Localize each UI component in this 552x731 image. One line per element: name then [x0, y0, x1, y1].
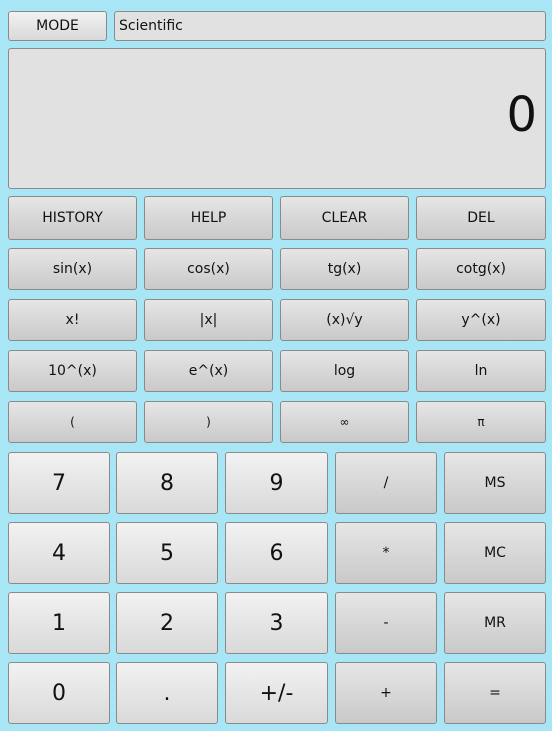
- clear-button[interactable]: CLEAR: [280, 196, 409, 240]
- infinity-button[interactable]: ∞: [280, 401, 409, 443]
- display-value: 0: [506, 87, 537, 143]
- root-button[interactable]: (x)√y: [280, 299, 409, 341]
- display: 0: [8, 48, 546, 189]
- digit-5-button[interactable]: 5: [116, 522, 218, 584]
- close-paren-button[interactable]: ): [144, 401, 273, 443]
- tg-button[interactable]: tg(x): [280, 248, 409, 290]
- history-button[interactable]: HISTORY: [8, 196, 137, 240]
- digit-9-button[interactable]: 9: [225, 452, 328, 514]
- mode-button[interactable]: MODE: [8, 11, 107, 41]
- memory-recall-button[interactable]: MR: [444, 592, 546, 654]
- factorial-button[interactable]: x!: [8, 299, 137, 341]
- cos-button[interactable]: cos(x): [144, 248, 273, 290]
- digit-8-button[interactable]: 8: [116, 452, 218, 514]
- digit-1-button[interactable]: 1: [8, 592, 110, 654]
- digit-6-button[interactable]: 6: [225, 522, 328, 584]
- sin-button[interactable]: sin(x): [8, 248, 137, 290]
- power-button[interactable]: y^(x): [416, 299, 546, 341]
- negate-button[interactable]: +/-: [225, 662, 328, 724]
- digit-4-button[interactable]: 4: [8, 522, 110, 584]
- cotg-button[interactable]: cotg(x): [416, 248, 546, 290]
- pow10-button[interactable]: 10^(x): [8, 350, 137, 392]
- add-button[interactable]: +: [335, 662, 437, 724]
- digit-0-button[interactable]: 0: [8, 662, 110, 724]
- digit-3-button[interactable]: 3: [225, 592, 328, 654]
- memory-clear-button[interactable]: MC: [444, 522, 546, 584]
- log-button[interactable]: log: [280, 350, 409, 392]
- multiply-button[interactable]: *: [335, 522, 437, 584]
- exp-button[interactable]: e^(x): [144, 350, 273, 392]
- equals-button[interactable]: =: [444, 662, 546, 724]
- del-button[interactable]: DEL: [416, 196, 546, 240]
- digit-2-button[interactable]: 2: [116, 592, 218, 654]
- memory-store-button[interactable]: MS: [444, 452, 546, 514]
- ln-button[interactable]: ln: [416, 350, 546, 392]
- digit-7-button[interactable]: 7: [8, 452, 110, 514]
- mode-field[interactable]: Scientific: [114, 11, 546, 41]
- decimal-point-button[interactable]: .: [116, 662, 218, 724]
- abs-button[interactable]: |x|: [144, 299, 273, 341]
- help-button[interactable]: HELP: [144, 196, 273, 240]
- divide-button[interactable]: /: [335, 452, 437, 514]
- open-paren-button[interactable]: (: [8, 401, 137, 443]
- subtract-button[interactable]: -: [335, 592, 437, 654]
- pi-button[interactable]: π: [416, 401, 546, 443]
